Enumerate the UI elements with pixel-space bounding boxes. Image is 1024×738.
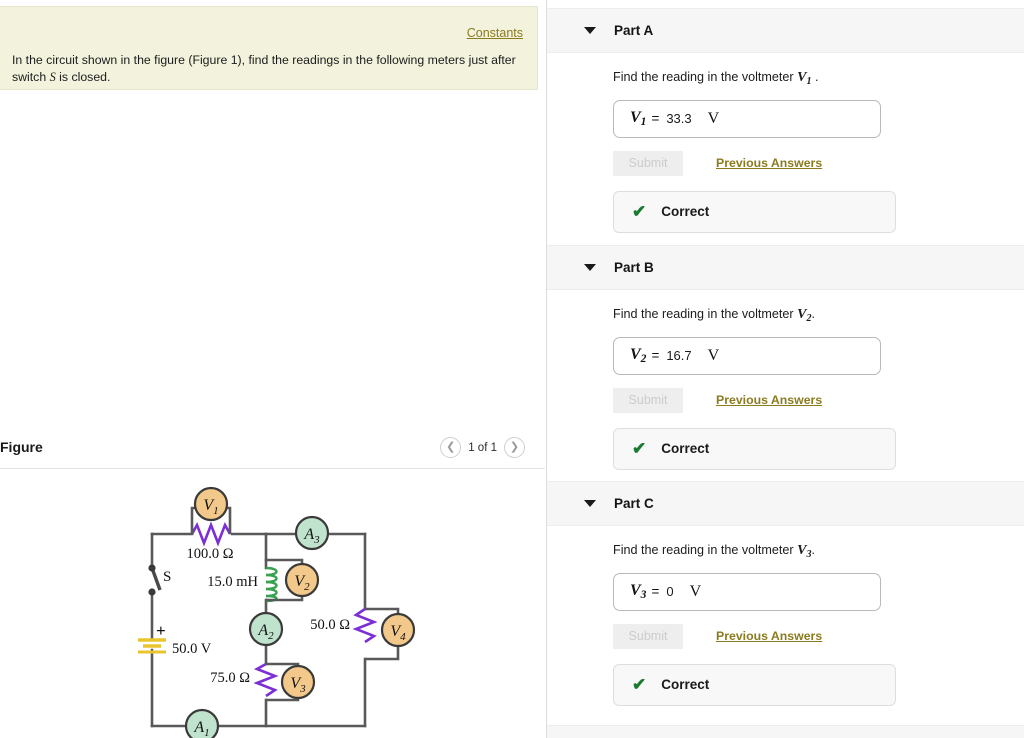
- label-battery-plus: +: [156, 621, 166, 640]
- part-prompt-b: Find the reading in the voltmeter V2.: [613, 307, 1024, 324]
- check-icon: ✔: [632, 439, 646, 459]
- circuit-diagram-svg: V1 A3 V2 A2: [130, 478, 430, 738]
- problem-panel: Constants In the circuit shown in the fi…: [0, 0, 546, 738]
- page-root: Constants In the circuit shown in the fi…: [0, 0, 1024, 738]
- problem-statement-text: In the circuit shown in the figure (Figu…: [12, 52, 517, 87]
- feedback-box-b: ✔ Correct: [613, 428, 896, 470]
- voltmeter-V3: V3: [282, 666, 314, 698]
- prompt-pre-c: Find the reading in the voltmeter: [613, 543, 797, 557]
- check-icon: ✔: [632, 202, 646, 222]
- prompt-pre-a: Find the reading in the voltmeter: [613, 70, 797, 84]
- part-label-c: Part C: [614, 496, 654, 511]
- previous-answers-link-a[interactable]: Previous Answers: [716, 156, 822, 170]
- chevron-right-icon[interactable]: ❯: [504, 437, 525, 458]
- problem-text-post: is closed.: [56, 70, 111, 84]
- feedback-text-b: Correct: [661, 441, 709, 456]
- chevron-left-icon[interactable]: ❮: [440, 437, 461, 458]
- problem-statement-box: Constants In the circuit shown in the fi…: [0, 6, 538, 90]
- part-block-c: Part C Find the reading in the voltmeter…: [547, 481, 1024, 706]
- part-label-a: Part A: [614, 23, 653, 38]
- answer-value-a[interactable]: 33.3: [666, 111, 691, 126]
- prompt-symbol-b: V2: [797, 307, 811, 322]
- ammeter-A1: A1: [186, 710, 218, 738]
- voltmeter-V2: V2: [286, 564, 318, 596]
- figure-title: Figure: [0, 439, 43, 455]
- constants-link[interactable]: Constants: [467, 26, 523, 40]
- voltmeter-V4: V4: [382, 614, 414, 646]
- caret-down-icon[interactable]: [584, 264, 596, 271]
- answer-input-a[interactable]: V1 = 33.3 V: [613, 100, 881, 138]
- label-source-voltage: 50.0 V: [172, 641, 212, 657]
- previous-answers-link-c[interactable]: Previous Answers: [716, 629, 822, 643]
- answer-unit-a: V: [708, 110, 720, 128]
- ammeter-A2: A2: [250, 613, 282, 645]
- figure-header: Figure ❮ 1 of 1 ❯: [0, 437, 545, 469]
- answer-input-c[interactable]: V3 = 0 V: [613, 573, 881, 611]
- prompt-post-c: .: [812, 543, 816, 557]
- answer-unit-b: V: [708, 347, 720, 365]
- answer-panel: Part A Find the reading in the voltmeter…: [546, 0, 1024, 738]
- feedback-box-c: ✔ Correct: [613, 664, 896, 706]
- resistor-100-ohm: [192, 525, 230, 543]
- feedback-text-a: Correct: [661, 204, 709, 219]
- feedback-box-a: ✔ Correct: [613, 191, 896, 233]
- submit-button-a[interactable]: Submit: [613, 151, 683, 176]
- answer-input-b[interactable]: V2 = 16.7 V: [613, 337, 881, 375]
- circuit-diagram: V1 A3 V2 A2: [130, 478, 430, 738]
- part-prompt-a: Find the reading in the voltmeter V1 .: [613, 70, 1024, 87]
- answer-symbol-c: V3: [630, 582, 646, 601]
- resistor-75-ohm: [257, 664, 275, 696]
- resistor-50-ohm: [356, 609, 374, 642]
- figure-pager: ❮ 1 of 1 ❯: [440, 437, 525, 458]
- answer-equals-b: =: [651, 348, 659, 363]
- answer-value-b[interactable]: 16.7: [666, 348, 691, 363]
- part-body-c: Find the reading in the voltmeter V3. V3…: [547, 526, 1024, 706]
- label-resistor-75: 75.0 Ω: [210, 670, 250, 686]
- part-block-b: Part B Find the reading in the voltmeter…: [547, 245, 1024, 470]
- part-block-a: Part A Find the reading in the voltmeter…: [547, 8, 1024, 233]
- part-body-a: Find the reading in the voltmeter V1 . V…: [547, 53, 1024, 233]
- part-header-d[interactable]: Part D: [547, 725, 1024, 738]
- action-row-a: Submit Previous Answers: [613, 151, 1024, 176]
- inductor-15mH: [266, 568, 277, 601]
- answer-unit-c: V: [690, 583, 702, 601]
- prompt-post-b: .: [812, 307, 816, 321]
- action-row-c: Submit Previous Answers: [613, 624, 1024, 649]
- voltmeter-V1: V1: [195, 488, 227, 520]
- submit-button-c[interactable]: Submit: [613, 624, 683, 649]
- ammeter-A3: A3: [296, 517, 328, 549]
- answer-equals-c: =: [651, 584, 659, 599]
- part-prompt-c: Find the reading in the voltmeter V3.: [613, 543, 1024, 560]
- answer-symbol-b: V2: [630, 346, 646, 365]
- check-icon: ✔: [632, 675, 646, 695]
- prompt-symbol-a: V1: [797, 70, 811, 85]
- part-header-c[interactable]: Part C: [547, 481, 1024, 526]
- submit-button-b[interactable]: Submit: [613, 388, 683, 413]
- part-label-b: Part B: [614, 260, 654, 275]
- prompt-symbol-c: V3: [797, 543, 811, 558]
- answer-value-c[interactable]: 0: [666, 584, 673, 599]
- part-body-b: Find the reading in the voltmeter V2. V2…: [547, 290, 1024, 470]
- label-switch: S: [163, 569, 171, 585]
- label-resistor-50: 50.0 Ω: [310, 617, 350, 633]
- prompt-post-a: .: [812, 70, 819, 84]
- answer-equals-a: =: [651, 111, 659, 126]
- label-inductor: 15.0 mH: [207, 574, 258, 590]
- label-resistor-100: 100.0 Ω: [186, 546, 233, 562]
- figure-divider: [0, 468, 545, 469]
- part-header-a[interactable]: Part A: [547, 8, 1024, 53]
- feedback-text-c: Correct: [661, 677, 709, 692]
- figure-counter: 1 of 1: [468, 442, 497, 454]
- caret-down-icon[interactable]: [584, 27, 596, 34]
- prompt-pre-b: Find the reading in the voltmeter: [613, 307, 797, 321]
- switch-S: [148, 564, 160, 595]
- answer-symbol-a: V1: [630, 109, 646, 128]
- previous-answers-link-b[interactable]: Previous Answers: [716, 393, 822, 407]
- action-row-b: Submit Previous Answers: [613, 388, 1024, 413]
- part-header-b[interactable]: Part B: [547, 245, 1024, 290]
- caret-down-icon[interactable]: [584, 500, 596, 507]
